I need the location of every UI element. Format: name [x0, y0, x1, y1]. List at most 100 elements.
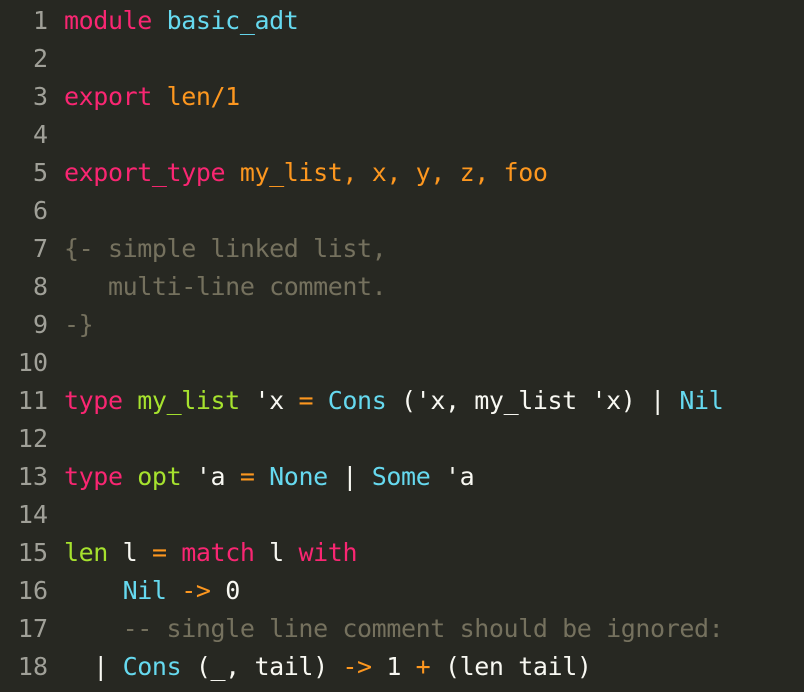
code-token: 'x: [239, 386, 299, 415]
code-line[interactable]: 15 len l = match l with: [0, 534, 804, 572]
code-token: basic_adt: [166, 6, 299, 35]
code-token: (len tail): [430, 652, 592, 681]
code-token: type: [64, 386, 123, 415]
line-number: 4: [32, 120, 48, 149]
code-token: +: [415, 652, 431, 681]
line-number: 13: [17, 462, 48, 491]
code-token: len: [64, 538, 108, 567]
code-text: len l = match l with: [48, 534, 357, 572]
code-token: Cons: [122, 652, 182, 681]
line-number: 18: [17, 652, 48, 681]
code-token: len/1: [166, 82, 241, 111]
line-number: 11: [17, 386, 48, 415]
code-token: Nil: [122, 576, 167, 605]
line-number: 17: [17, 614, 48, 643]
code-token: Cons: [327, 386, 387, 415]
code-token: Nil: [679, 386, 724, 415]
code-editor[interactable]: 1 module basic_adt 2 3 export len/1 4 5 export_…: [0, 0, 804, 692]
line-number: 14: [17, 500, 48, 529]
code-token: |: [327, 462, 372, 491]
code-token: module: [64, 6, 152, 35]
line-number: 15: [17, 538, 48, 567]
code-token: -}: [64, 310, 94, 339]
code-text: {- simple linked list,: [48, 230, 387, 268]
line-number: 9: [32, 310, 48, 339]
code-line[interactable]: 10: [0, 344, 804, 382]
code-token: =: [239, 462, 255, 491]
code-token: =: [298, 386, 314, 415]
code-token: -- single line comment should be ignored…: [64, 614, 724, 643]
code-token: 'a: [181, 462, 240, 491]
code-token: my_list, x, y, z, foo: [239, 158, 548, 187]
code-token: None: [269, 462, 328, 491]
code-line[interactable]: 17 -- single line comment should be igno…: [0, 610, 804, 648]
code-line[interactable]: 12: [0, 420, 804, 458]
code-line[interactable]: 7 {- simple linked list,: [0, 230, 804, 268]
code-text: -- single line comment should be ignored…: [48, 610, 724, 648]
code-token: (_, tail): [181, 652, 343, 681]
line-number: 7: [32, 234, 48, 263]
code-token: match: [181, 538, 255, 567]
code-token: =: [151, 538, 167, 567]
code-text: export_type my_list, x, y, z, foo: [48, 154, 548, 192]
code-token: |: [64, 652, 123, 681]
code-line[interactable]: 3 export len/1: [0, 78, 804, 116]
code-token: 1: [371, 652, 416, 681]
code-token: export: [64, 82, 152, 111]
code-line[interactable]: 16 Nil -> 0: [0, 572, 804, 610]
code-line[interactable]: 9 -}: [0, 306, 804, 344]
code-line[interactable]: 4: [0, 116, 804, 154]
code-line[interactable]: 8 multi-line comment.: [0, 268, 804, 306]
code-token: Some: [371, 462, 431, 491]
code-token: my_list: [137, 386, 240, 415]
code-token: ->: [181, 576, 211, 605]
line-number: 12: [17, 424, 48, 453]
line-number: 10: [17, 348, 48, 377]
code-token: multi-line comment.: [64, 272, 387, 301]
code-line[interactable]: 18 | Cons (_, tail) -> 1 + (len tail): [0, 648, 804, 686]
code-token: l: [254, 538, 299, 567]
code-token: ->: [342, 652, 372, 681]
code-line[interactable]: 2: [0, 40, 804, 78]
code-text: module basic_adt: [48, 2, 299, 40]
code-token: with: [298, 538, 358, 567]
code-line[interactable]: 1 module basic_adt: [0, 2, 804, 40]
code-text: -}: [48, 306, 94, 344]
code-text: type opt 'a = None | Some 'a: [48, 458, 475, 496]
code-line[interactable]: 13 type opt 'a = None | Some 'a: [0, 458, 804, 496]
code-line[interactable]: 14: [0, 496, 804, 534]
line-number: 6: [32, 196, 48, 225]
code-token: ('x, my_list 'x) |: [386, 386, 680, 415]
code-text: export len/1: [48, 78, 240, 116]
code-token: export_type: [64, 158, 226, 187]
code-text: multi-line comment.: [48, 268, 387, 306]
code-text: type my_list 'x = Cons ('x, my_list 'x) …: [48, 382, 724, 420]
line-number: 16: [17, 576, 48, 605]
code-line[interactable]: 5 export_type my_list, x, y, z, foo: [0, 154, 804, 192]
code-token: type: [64, 462, 123, 491]
code-token: 0: [210, 576, 240, 605]
code-line[interactable]: 6: [0, 192, 804, 230]
code-token: {- simple linked list,: [64, 234, 387, 263]
code-line[interactable]: 11 type my_list 'x = Cons ('x, my_list 'x…: [0, 382, 804, 420]
code-token: l: [107, 538, 152, 567]
code-token: opt: [137, 462, 182, 491]
code-token: 'a: [430, 462, 475, 491]
line-number: 2: [32, 44, 48, 73]
